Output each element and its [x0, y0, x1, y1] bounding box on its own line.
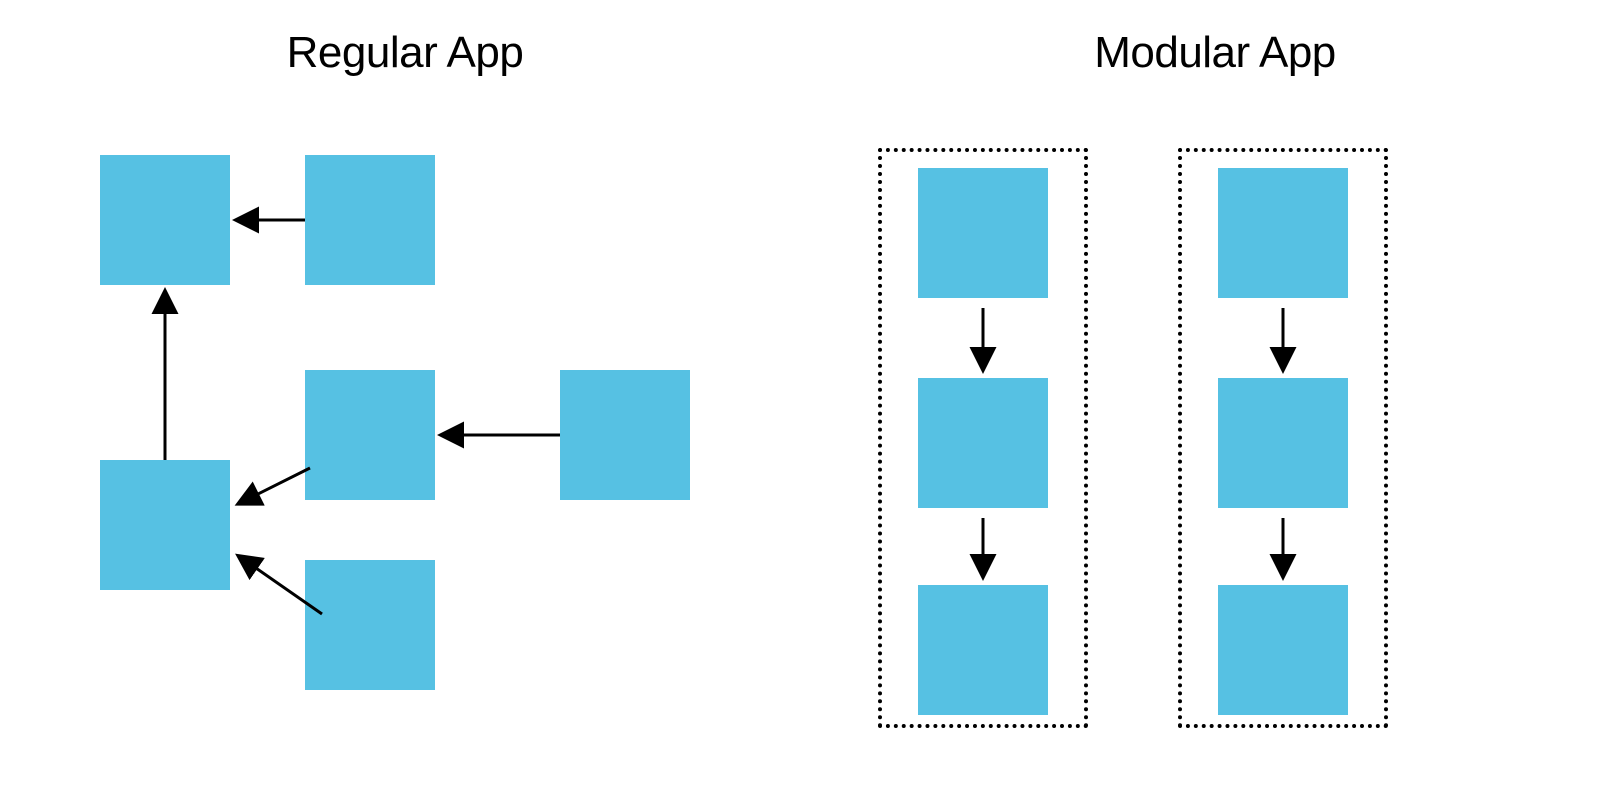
- modular-app-title: Modular App: [810, 28, 1620, 78]
- diagram-container: Regular App Modular App: [0, 0, 1620, 798]
- arrow-r3-r5: [240, 468, 310, 503]
- regular-app-panel: Regular App: [0, 0, 810, 798]
- regular-node-5: [100, 460, 230, 590]
- modular-node-1a: [918, 168, 1048, 298]
- modular-node-2c: [1218, 585, 1348, 715]
- modular-node-1b: [918, 378, 1048, 508]
- regular-app-title: Regular App: [0, 28, 810, 78]
- regular-node-2: [305, 155, 435, 285]
- modular-node-2a: [1218, 168, 1348, 298]
- regular-node-3: [305, 370, 435, 500]
- modular-node-1c: [918, 585, 1048, 715]
- regular-node-1: [100, 155, 230, 285]
- regular-node-6: [305, 560, 435, 690]
- regular-node-4: [560, 370, 690, 500]
- modular-node-2b: [1218, 378, 1348, 508]
- modular-app-panel: Modular App: [810, 0, 1620, 798]
